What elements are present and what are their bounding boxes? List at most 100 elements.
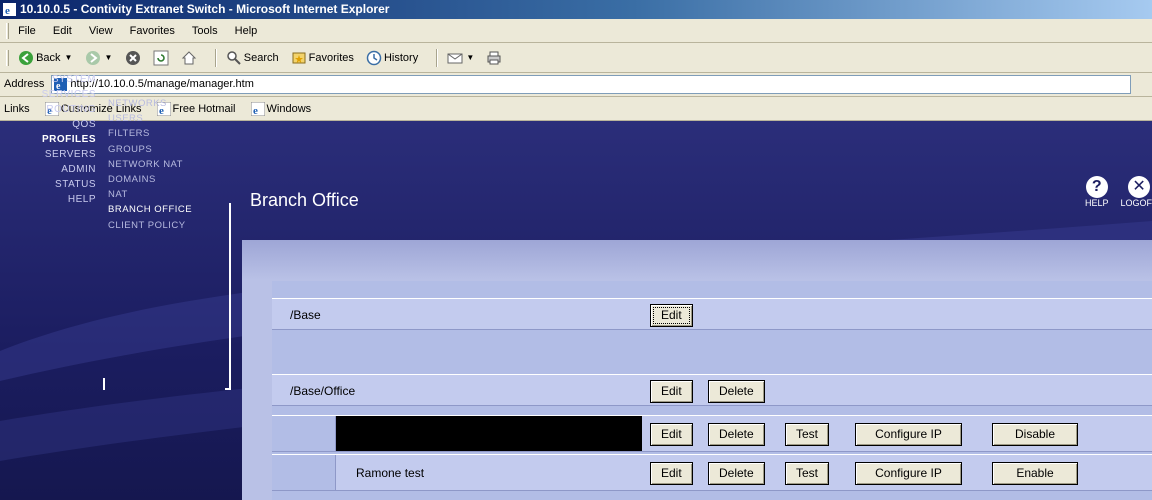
delete-button[interactable]: Delete <box>708 462 765 485</box>
test-button[interactable]: Test <box>785 423 830 446</box>
nav-admin[interactable]: ADMIN <box>8 162 96 177</box>
favorites-label: Favorites <box>308 52 354 65</box>
row-label: /Base/Office <box>290 384 356 398</box>
forward-arrow-icon <box>85 51 100 66</box>
row-indent <box>272 416 336 451</box>
toolbar-separator <box>436 49 439 68</box>
address-url: http://10.10.0.5/manage/manager.htm <box>70 77 254 90</box>
home-button[interactable] <box>181 50 197 66</box>
back-arrow-icon <box>19 51 34 66</box>
history-icon <box>366 50 382 66</box>
test-button[interactable]: Test <box>785 462 830 485</box>
chevron-down-icon: ▼ <box>466 53 475 63</box>
nav-services[interactable]: SERVICES <box>8 87 96 102</box>
tree-row-connection-2: Ramone test Edit Delete Test Configure I… <box>272 454 1152 491</box>
nav-system[interactable]: SYSTEM <box>8 72 96 87</box>
edit-button[interactable]: Edit <box>650 423 693 446</box>
row-label: Ramone test <box>356 466 425 480</box>
edit-button[interactable]: Edit <box>650 462 693 485</box>
close-icon: ✕ <box>1128 176 1151 198</box>
mail-button[interactable]: ▼ <box>447 43 474 73</box>
subnav-networks[interactable]: NETWORKS <box>108 96 228 111</box>
edit-button[interactable]: Edit <box>650 380 693 403</box>
toolbar-grip <box>6 50 9 67</box>
nav-status[interactable]: STATUS <box>8 177 96 192</box>
help-action[interactable]: ? HELP <box>1085 176 1109 208</box>
subnav-domains[interactable]: DOMAINS <box>108 172 228 187</box>
stop-button[interactable] <box>125 50 141 66</box>
menu-edit[interactable]: Edit <box>53 19 72 43</box>
svg-text:e: e <box>253 105 258 116</box>
svg-text:e: e <box>5 5 10 16</box>
address-bar: Address e http://10.10.0.5/manage/manage… <box>0 73 1152 97</box>
search-icon <box>227 51 241 65</box>
back-button[interactable]: Back ▼ <box>18 43 72 73</box>
row-label: /Base <box>290 308 321 322</box>
redacted-name <box>336 416 642 451</box>
back-label: Back <box>36 52 61 65</box>
menu-help[interactable]: Help <box>235 19 258 43</box>
delete-button[interactable]: Delete <box>708 423 765 446</box>
subnav-groups[interactable]: GROUPS <box>108 142 228 157</box>
header-actions: ? HELP ✕ LOGOFF <box>1085 176 1152 208</box>
page-title: Branch Office <box>250 190 359 210</box>
ie-link-icon: e <box>250 102 265 117</box>
subnav-nat[interactable]: NAT <box>108 187 228 202</box>
tree-row-base: /Base Edit <box>272 298 1152 330</box>
menu-file[interactable]: File <box>18 19 36 43</box>
delete-button[interactable]: Delete <box>708 380 765 403</box>
subnav-bracket <box>225 203 231 390</box>
configure-ip-button[interactable]: Configure IP <box>855 462 962 485</box>
menu-favorites[interactable]: Favorites <box>130 19 175 43</box>
standard-toolbar: Back ▼ ▼ Search Favorites History ▼ <box>0 43 1152 73</box>
help-icon: ? <box>1085 176 1108 198</box>
chevron-down-icon: ▼ <box>64 53 73 63</box>
disable-button[interactable]: Disable <box>992 423 1078 446</box>
home-icon <box>181 51 196 65</box>
nav-routing[interactable]: ROUTING <box>8 102 96 117</box>
stop-icon <box>125 51 140 66</box>
forward-button[interactable]: ▼ <box>85 43 113 73</box>
menu-tools[interactable]: Tools <box>192 19 218 43</box>
window-titlebar: e 10.10.0.5 - Contivity Extranet Switch … <box>0 0 1152 19</box>
search-button[interactable]: Search <box>226 43 279 73</box>
mail-icon <box>447 53 463 64</box>
profiles-subnav: NETWORKS USERS FILTERS GROUPS NETWORK NA… <box>108 96 228 233</box>
refresh-button[interactable] <box>153 50 169 66</box>
logoff-label: LOGOFF <box>1120 198 1152 208</box>
enable-button[interactable]: Enable <box>992 462 1078 485</box>
window-title: 10.10.0.5 - Contivity Extranet Switch - … <box>20 2 390 16</box>
menu-bar: File Edit View Favorites Tools Help <box>0 19 1152 43</box>
search-label: Search <box>243 52 279 65</box>
subnav-network-nat[interactable]: NETWORK NAT <box>108 157 228 172</box>
subnav-users[interactable]: USERS <box>108 111 228 126</box>
ie-logo-icon: e <box>3 3 16 16</box>
refresh-icon <box>153 50 169 66</box>
main-nav: SYSTEM SERVICES ROUTING QOS PROFILES SER… <box>8 72 96 207</box>
tree-row-office: /Base/Office Edit Delete <box>272 374 1152 406</box>
favorites-button[interactable]: Favorites <box>291 43 354 73</box>
tree-row-connection-1: Edit Delete Test Configure IP Disable <box>272 415 1152 452</box>
chevron-down-icon: ▼ <box>104 53 113 63</box>
subnav-bracket-tick <box>103 378 105 390</box>
logoff-action[interactable]: ✕ LOGOFF <box>1121 176 1152 208</box>
nav-qos[interactable]: QOS <box>8 117 96 132</box>
nav-help[interactable]: HELP <box>8 192 96 207</box>
configure-ip-button[interactable]: Configure IP <box>855 423 962 446</box>
history-button[interactable]: History <box>366 43 418 73</box>
toolbar-separator <box>214 49 217 68</box>
subnav-client-policy[interactable]: CLIENT POLICY <box>108 218 228 233</box>
print-button[interactable] <box>486 50 502 66</box>
subnav-branch-office[interactable]: BRANCH OFFICE <box>108 202 228 217</box>
address-input[interactable]: e http://10.10.0.5/manage/manager.htm <box>51 74 1132 94</box>
toolbar-grip <box>6 23 9 40</box>
link-windows[interactable]: e Windows <box>250 97 312 121</box>
link-label: Windows <box>266 103 312 116</box>
menu-view[interactable]: View <box>89 19 113 43</box>
content-haze <box>242 240 1152 280</box>
nav-servers[interactable]: SERVERS <box>8 147 96 162</box>
nav-profiles[interactable]: PROFILES <box>8 132 96 147</box>
favorites-icon <box>292 52 306 64</box>
subnav-filters[interactable]: FILTERS <box>108 126 228 141</box>
edit-button[interactable]: Edit <box>650 304 693 327</box>
